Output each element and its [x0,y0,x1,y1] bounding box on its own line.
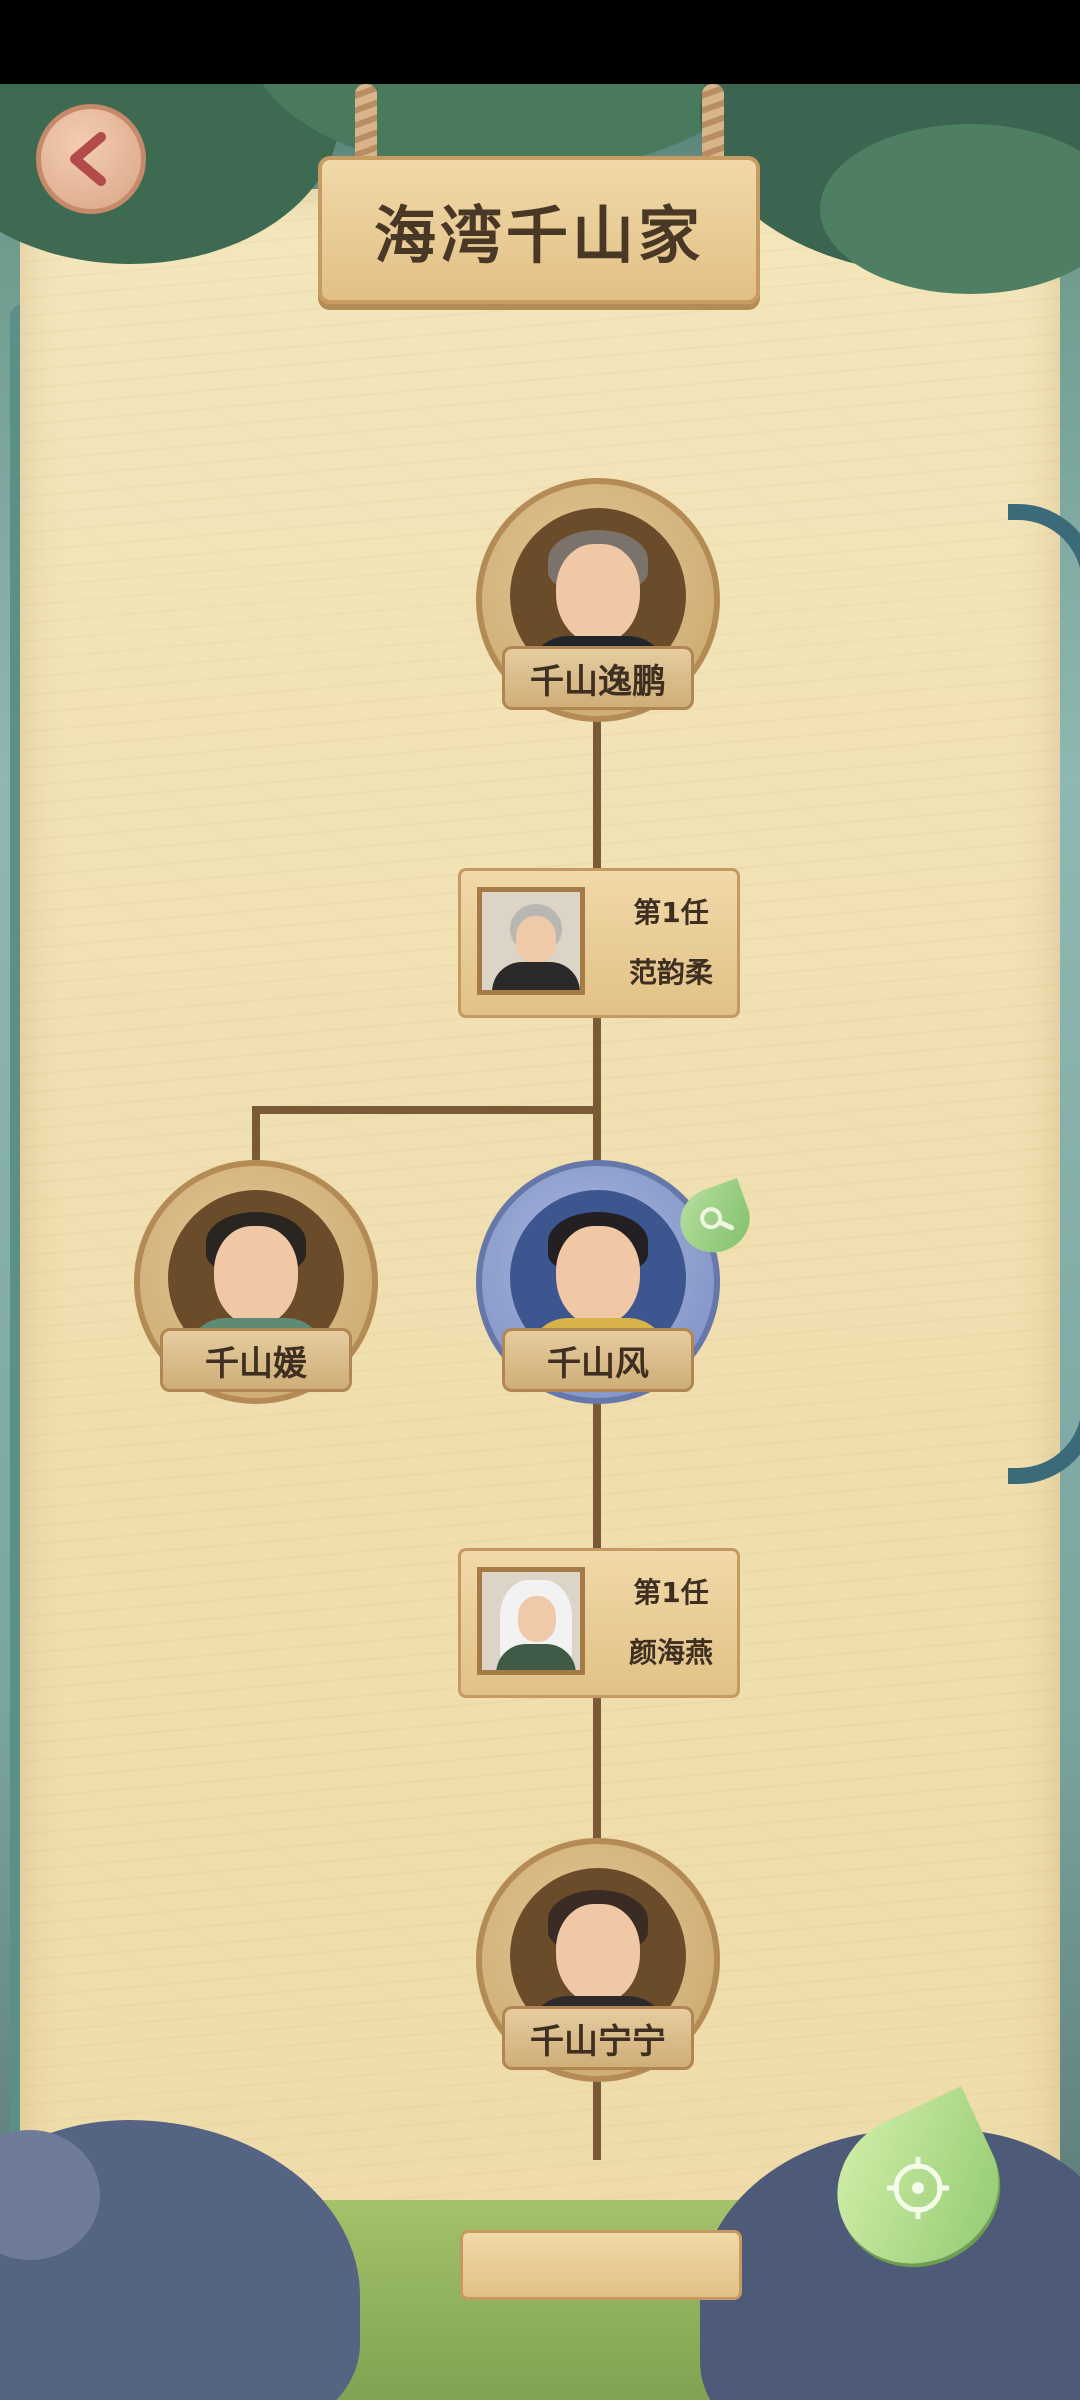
crosshair-icon [887,2157,949,2219]
member-name: 千山风 [502,1328,694,1392]
family-member-node[interactable]: 千山宁宁 [476,1838,720,2088]
spouse-avatar [477,1567,585,1675]
member-name: 千山逸鹏 [502,646,694,710]
chevron-left-icon [70,132,106,186]
spouse-avatar [477,887,585,995]
family-member-node[interactable]: 千山媛 [134,1160,378,1410]
tree-line [252,1106,260,1166]
vine-decoration [1008,504,1080,1484]
back-button[interactable] [36,104,146,214]
title-sign: 海湾千山家 [318,156,760,304]
spouse-order: 第1任 [633,1576,709,1609]
tree-line [252,1106,601,1114]
family-member-node-selected[interactable]: 千山风 [476,1160,720,1410]
spouse-name: 颜海燕 [628,1636,713,1669]
magnifier-icon [700,1207,735,1231]
spouse-card[interactable]: 第1任 范韵柔 [458,868,740,1018]
page-title: 海湾千山家 [373,199,704,272]
spouse-order: 第1任 [633,896,709,929]
spouse-name: 范韵柔 [628,956,713,989]
spouse-card[interactable] [460,2230,742,2300]
status-bar [0,0,1080,84]
member-name: 千山媛 [160,1328,352,1392]
spouse-card[interactable]: 第1任 颜海燕 [458,1548,740,1698]
family-member-node[interactable]: 千山逸鹏 [476,478,720,728]
member-name: 千山宁宁 [502,2006,694,2070]
